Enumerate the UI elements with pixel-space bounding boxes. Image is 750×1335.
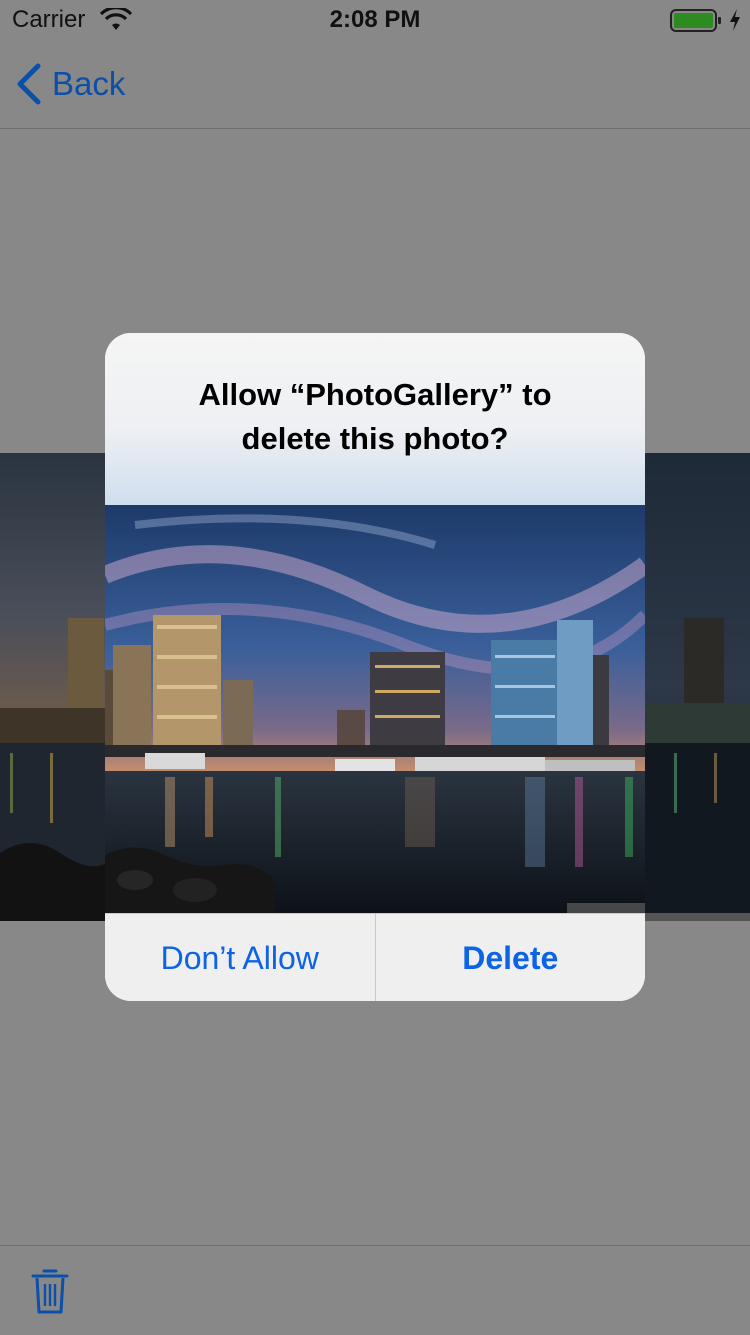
alert-header: Allow “PhotoGallery” to delete this phot… (105, 333, 645, 505)
back-label: Back (52, 65, 126, 102)
alert-title-line-2: delete this photo? (241, 421, 509, 456)
delete-photo-alert: Allow “PhotoGallery” to delete this phot… (105, 333, 645, 1001)
trash-icon[interactable] (30, 1266, 70, 1316)
dont-allow-button[interactable]: Don’t Allow (105, 914, 375, 1001)
navigation-bar: Back (0, 40, 750, 129)
next-photo (644, 453, 750, 921)
alert-title: Allow “PhotoGallery” to delete this phot… (125, 373, 625, 461)
status-bar: Carrier 2:08 PM (0, 0, 750, 40)
photo-preview (105, 505, 645, 913)
charging-icon (730, 9, 740, 31)
back-button[interactable]: Back (14, 62, 125, 106)
chevron-left-icon (17, 63, 41, 105)
status-time: 2:08 PM (329, 6, 421, 33)
bottom-toolbar (0, 1245, 750, 1335)
battery-icon (670, 9, 721, 32)
alert-title-line-1: Allow “PhotoGallery” to (198, 377, 552, 412)
previous-photo (0, 453, 106, 921)
delete-button[interactable]: Delete (376, 914, 646, 1001)
alert-actions: Don’t Allow Delete (105, 913, 645, 1001)
